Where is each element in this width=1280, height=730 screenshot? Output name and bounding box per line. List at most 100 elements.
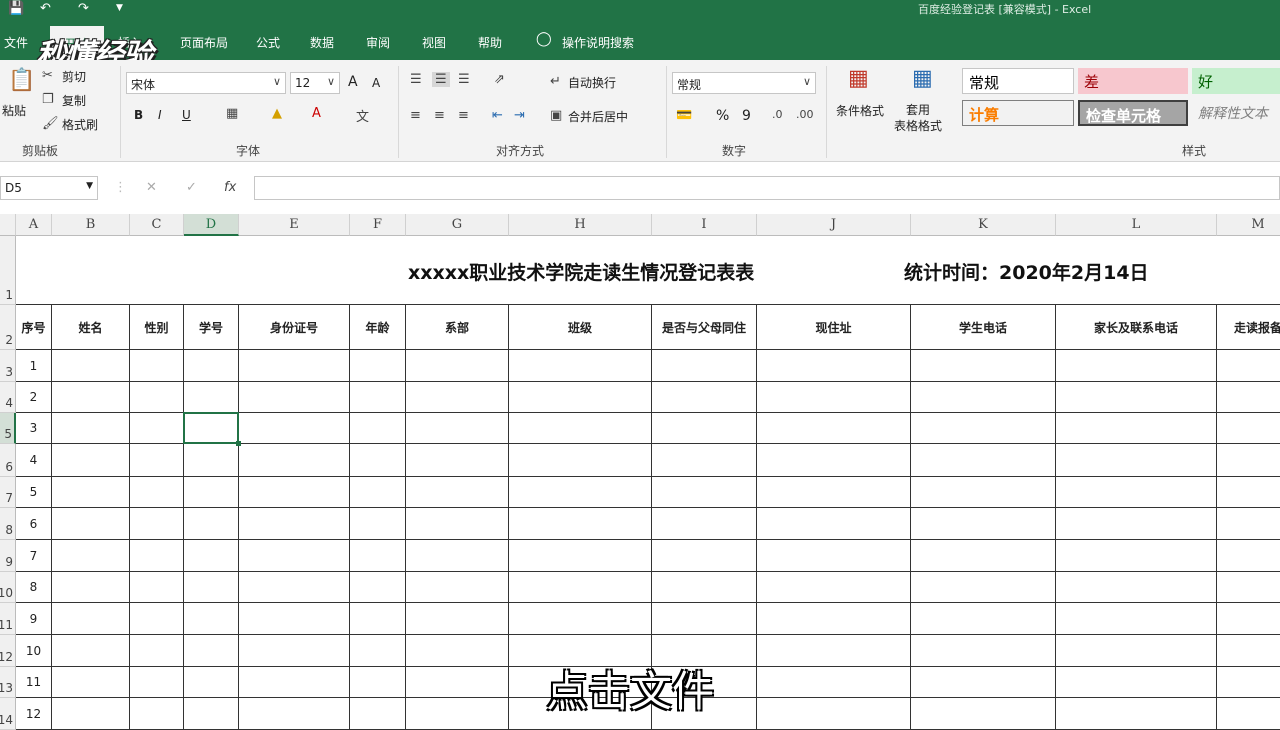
cut-button[interactable]: 剪切 xyxy=(62,68,86,85)
row-header[interactable]: 6 xyxy=(0,444,16,477)
table-cell[interactable] xyxy=(1217,350,1280,382)
table-cell[interactable] xyxy=(509,572,652,603)
table-cell[interactable] xyxy=(652,603,757,635)
column-title-cell[interactable]: 是否与父母同住 xyxy=(652,305,757,350)
table-cell[interactable] xyxy=(130,350,184,382)
table-cell[interactable] xyxy=(652,572,757,603)
row-header[interactable]: 11 xyxy=(0,603,16,635)
table-cell[interactable] xyxy=(130,477,184,508)
row-header[interactable]: 1 xyxy=(0,236,16,305)
row-header[interactable]: 8 xyxy=(0,508,16,540)
tab-review[interactable]: 审阅 xyxy=(366,34,390,51)
format-as-table-button[interactable]: 套用 表格格式 xyxy=(894,102,942,134)
table-cell[interactable] xyxy=(52,444,130,477)
table-cell[interactable] xyxy=(911,350,1056,382)
table-cell[interactable] xyxy=(130,413,184,444)
customize-qat-icon[interactable]: ▼ xyxy=(116,3,123,13)
decrease-decimal-icon[interactable]: .00 xyxy=(796,108,814,121)
table-cell[interactable] xyxy=(184,698,239,730)
table-cell[interactable] xyxy=(1056,603,1217,635)
table-cell[interactable] xyxy=(1217,603,1280,635)
table-cell[interactable] xyxy=(350,350,406,382)
table-cell[interactable] xyxy=(184,508,239,540)
conditional-format-icon[interactable]: ▦ xyxy=(848,66,869,91)
table-cell[interactable] xyxy=(1217,540,1280,572)
table-cell[interactable] xyxy=(757,350,911,382)
table-cell[interactable] xyxy=(239,350,350,382)
row-header[interactable]: 14 xyxy=(0,698,16,730)
table-cell[interactable] xyxy=(1217,382,1280,413)
table-cell[interactable] xyxy=(1056,382,1217,413)
fill-color-icon[interactable]: ▲ xyxy=(272,106,282,121)
format-painter-button[interactable]: 格式刷 xyxy=(62,116,98,133)
column-header-g[interactable]: G xyxy=(406,214,509,236)
enter-icon[interactable]: ✓ xyxy=(186,180,197,195)
style-check-cell[interactable]: 检查单元格 xyxy=(1078,100,1188,126)
table-cell[interactable] xyxy=(509,508,652,540)
serial-cell[interactable]: 3 xyxy=(16,413,52,444)
table-cell[interactable] xyxy=(130,667,184,698)
table-cell[interactable] xyxy=(652,413,757,444)
table-cell[interactable] xyxy=(184,382,239,413)
column-header-a[interactable]: A xyxy=(16,214,52,236)
row-header[interactable]: 2 xyxy=(0,305,16,350)
table-cell[interactable] xyxy=(184,603,239,635)
format-as-table-icon[interactable]: ▦ xyxy=(912,66,933,91)
table-cell[interactable] xyxy=(406,603,509,635)
style-normal[interactable]: 常规 xyxy=(962,68,1074,94)
shrink-font-button[interactable]: A xyxy=(372,76,380,90)
table-cell[interactable] xyxy=(184,540,239,572)
table-cell[interactable] xyxy=(239,635,350,667)
redo-icon[interactable]: ↷ xyxy=(78,1,89,16)
table-cell[interactable] xyxy=(406,477,509,508)
table-cell[interactable] xyxy=(1056,508,1217,540)
table-cell[interactable] xyxy=(1217,667,1280,698)
sheet-title[interactable]: xxxxx职业技术学院走读生情况登记表表 xyxy=(408,258,754,285)
table-cell[interactable] xyxy=(652,477,757,508)
font-color-icon[interactable]: A xyxy=(312,106,321,121)
column-header-l[interactable]: L xyxy=(1056,214,1217,236)
table-cell[interactable] xyxy=(350,698,406,730)
table-cell[interactable] xyxy=(509,603,652,635)
table-cell[interactable] xyxy=(509,350,652,382)
paste-button[interactable]: 粘贴 xyxy=(2,102,26,119)
serial-cell[interactable]: 7 xyxy=(16,540,52,572)
table-cell[interactable] xyxy=(239,508,350,540)
serial-cell[interactable]: 6 xyxy=(16,508,52,540)
column-header-d[interactable]: D xyxy=(184,214,239,236)
font-size-select[interactable]: 12 ∨ xyxy=(290,72,340,94)
table-cell[interactable] xyxy=(406,508,509,540)
table-cell[interactable] xyxy=(239,572,350,603)
increase-decimal-icon[interactable]: .0 xyxy=(772,108,783,121)
column-title-cell[interactable]: 序号 xyxy=(16,305,52,350)
table-cell[interactable] xyxy=(509,382,652,413)
table-cell[interactable] xyxy=(1056,350,1217,382)
align-bottom-icon[interactable]: ☰ xyxy=(458,72,470,87)
table-cell[interactable] xyxy=(239,444,350,477)
table-cell[interactable] xyxy=(652,508,757,540)
fill-handle[interactable] xyxy=(236,441,241,446)
column-title-cell[interactable]: 性别 xyxy=(130,305,184,350)
table-cell[interactable] xyxy=(757,477,911,508)
insert-function-icon[interactable]: fx xyxy=(224,180,236,195)
select-all-corner[interactable] xyxy=(0,214,16,236)
decrease-indent-icon[interactable]: ⇤ xyxy=(492,108,503,123)
table-cell[interactable] xyxy=(239,477,350,508)
column-title-cell[interactable]: 身份证号 xyxy=(239,305,350,350)
table-cell[interactable] xyxy=(184,667,239,698)
column-header-c[interactable]: C xyxy=(130,214,184,236)
column-title-cell[interactable]: 班级 xyxy=(509,305,652,350)
table-cell[interactable] xyxy=(509,540,652,572)
table-cell[interactable] xyxy=(757,413,911,444)
bold-button[interactable]: B xyxy=(134,108,143,122)
wrap-text-button[interactable]: 自动换行 xyxy=(568,74,616,91)
column-header-b[interactable]: B xyxy=(52,214,130,236)
serial-cell[interactable]: 9 xyxy=(16,603,52,635)
table-cell[interactable] xyxy=(1217,698,1280,730)
table-cell[interactable] xyxy=(52,350,130,382)
column-title-cell[interactable]: 系部 xyxy=(406,305,509,350)
table-cell[interactable] xyxy=(1056,667,1217,698)
cancel-icon[interactable]: ✕ xyxy=(146,180,157,195)
table-cell[interactable] xyxy=(52,603,130,635)
table-cell[interactable] xyxy=(406,350,509,382)
